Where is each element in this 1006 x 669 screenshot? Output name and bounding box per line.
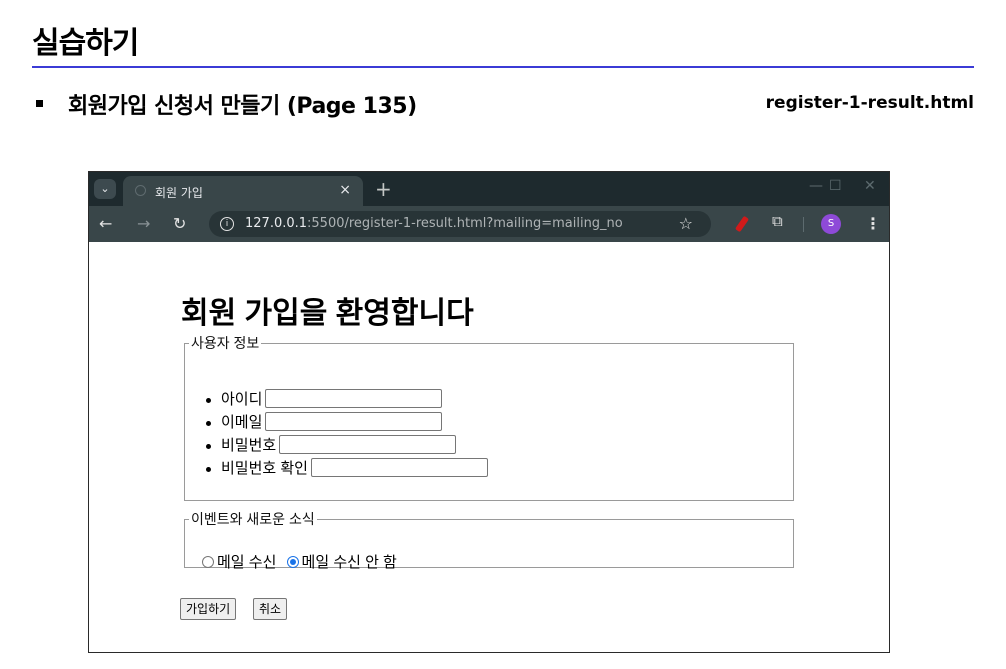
favicon-icon [135, 185, 146, 196]
address-bar[interactable]: i 127.0.0.1:5500/register-1-result.html?… [209, 211, 711, 237]
user-info-fieldset: 사용자 정보 아이디 이메일 비밀번호 비밀번호 확인 [184, 333, 794, 501]
slide-title: 실습하기 [32, 26, 139, 61]
tab-title: 회원 가입 [155, 186, 203, 200]
id-input[interactable] [265, 389, 443, 408]
list-item: 이메일 [185, 412, 488, 435]
url-host: 127.0.0.1 [245, 216, 308, 231]
bullet-text: 회원가입 신청서 만들기 (Page 135) [68, 94, 417, 119]
profile-avatar[interactable]: S [821, 214, 841, 234]
mailing-yes-radio[interactable] [202, 556, 214, 568]
tab-search-button[interactable]: ⌄ [94, 179, 116, 199]
mailing-yes-label[interactable]: 메일 수신 [217, 554, 276, 571]
password-input[interactable] [279, 435, 457, 454]
title-divider [32, 66, 974, 68]
bookmark-star-icon[interactable]: ☆ [679, 214, 693, 233]
page-content: 회원 가입을 환영합니다 사용자 정보 아이디 이메일 비밀번호 비밀번호 확인… [89, 242, 889, 652]
list-item: 비밀번호 [185, 435, 488, 458]
back-arrow-icon[interactable]: ← [99, 214, 112, 233]
list-item: 아이디 [185, 389, 488, 412]
site-info-icon[interactable]: i [220, 217, 234, 231]
mailing-no-label[interactable]: 메일 수신 안 함 [302, 554, 397, 571]
browser-toolbar: ← → ↻ i 127.0.0.1:5500/register-1-result… [89, 206, 889, 242]
page-heading: 회원 가입을 환영합니다 [181, 297, 474, 330]
url-path: :5500/register-1-result.html?mailing=mai… [307, 216, 623, 231]
tab-register[interactable]: 회원 가입 × [123, 176, 363, 206]
file-name-label: register-1-result.html [765, 93, 974, 113]
reload-icon[interactable]: ↻ [173, 214, 186, 233]
mailing-no-radio[interactable] [286, 556, 299, 568]
password-confirm-label: 비밀번호 확인 [221, 460, 308, 477]
submit-button[interactable]: 가입하기 [180, 598, 237, 620]
url-text[interactable]: 127.0.0.1:5500/register-1-result.html?ma… [245, 216, 623, 231]
bullet-row: 회원가입 신청서 만들기 (Page 135) register-1-resul… [36, 88, 976, 120]
close-window-button[interactable]: ✕ [864, 178, 876, 194]
email-label: 이메일 [221, 414, 263, 431]
pen-extension-icon[interactable] [734, 215, 750, 233]
tab-close-icon[interactable]: × [339, 182, 351, 198]
forward-arrow-icon[interactable]: → [137, 214, 150, 233]
minimize-button[interactable]: — [809, 178, 823, 194]
password-confirm-input[interactable] [310, 458, 488, 477]
events-legend: 이벤트와 새로운 소식 [191, 511, 315, 527]
bullet-square-icon [36, 100, 43, 107]
list-item: 비밀번호 확인 [185, 458, 488, 481]
cancel-button[interactable]: 취소 [253, 598, 288, 620]
extensions-puzzle-icon[interactable]: ⧉ [772, 212, 783, 230]
toolbar-separator [803, 217, 804, 232]
maximize-button[interactable]: ☐ [829, 178, 842, 194]
user-info-legend: 사용자 정보 [191, 335, 260, 351]
password-label: 비밀번호 [221, 437, 277, 454]
tab-bar: ⌄ 회원 가입 × + — ☐ ✕ [89, 172, 889, 206]
browser-window: ⌄ 회원 가입 × + — ☐ ✕ ← → ↻ i 127.0.0.1:5500… [88, 171, 890, 653]
email-input[interactable] [265, 412, 443, 431]
more-menu-icon[interactable]: ⋮ [865, 214, 881, 233]
mailing-radio-group: 메일 수신 메일 수신 안 함 [202, 551, 403, 572]
events-fieldset: 이벤트와 새로운 소식 메일 수신 메일 수신 안 함 [184, 509, 794, 571]
user-field-list: 아이디 이메일 비밀번호 비밀번호 확인 [185, 389, 488, 481]
new-tab-button[interactable]: + [375, 177, 392, 201]
id-label: 아이디 [221, 391, 263, 408]
